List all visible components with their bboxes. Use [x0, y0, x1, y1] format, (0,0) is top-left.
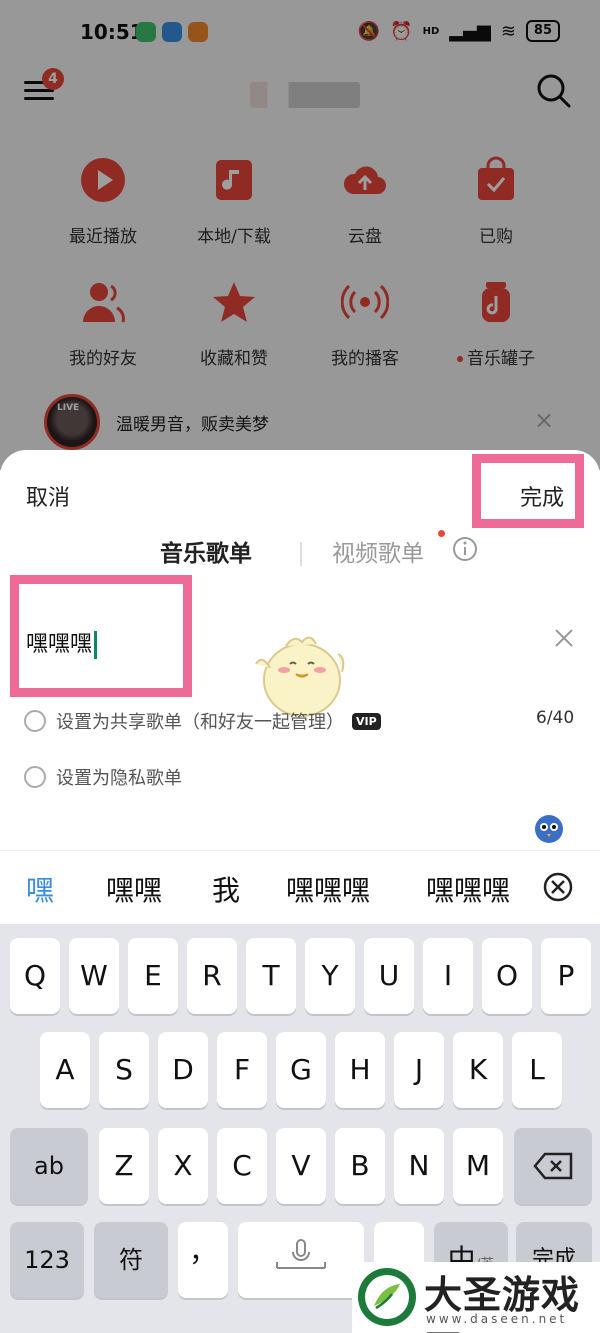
key-k[interactable]: K [453, 1032, 503, 1108]
microphone-icon [276, 1239, 326, 1269]
close-candidates-icon[interactable] [542, 871, 574, 903]
candidate-item[interactable]: 嘿 [26, 869, 54, 909]
radio-private[interactable] [24, 766, 46, 788]
tab-music-playlist[interactable]: 音乐歌单 [160, 534, 252, 568]
shared-playlist-option[interactable]: 设置为共享歌单（和好友一起管理） VIP [24, 708, 381, 734]
new-dot [438, 530, 445, 537]
tab-divider [300, 542, 302, 566]
key-q[interactable]: Q [10, 938, 60, 1014]
key-o[interactable]: O [482, 938, 532, 1014]
highlight-box-done [472, 454, 584, 528]
key-z[interactable]: Z [99, 1128, 149, 1204]
private-playlist-option[interactable]: 设置为隐私歌单 [24, 764, 182, 790]
option-label: 设置为共享歌单（和好友一起管理） [56, 712, 344, 733]
keyboard-assistant-icon[interactable] [534, 814, 564, 844]
watermark-url: www.daseen.net [426, 1312, 568, 1326]
key-c[interactable]: C [217, 1128, 267, 1204]
key-g[interactable]: G [276, 1032, 326, 1108]
key-p[interactable]: P [541, 938, 591, 1014]
cancel-button[interactable]: 取消 [26, 480, 70, 512]
key-symbols[interactable]: 符 [94, 1222, 168, 1298]
clear-input-icon[interactable] [552, 626, 576, 650]
key-u[interactable]: U [364, 938, 414, 1014]
key-shift-ab[interactable]: ab [10, 1128, 88, 1204]
radio-shared[interactable] [24, 710, 46, 732]
key-b[interactable]: B [335, 1128, 385, 1204]
key-f[interactable]: F [217, 1032, 267, 1108]
dim-overlay[interactable] [0, 0, 600, 470]
key-h[interactable]: H [335, 1032, 385, 1108]
candidate-item[interactable]: 嘿嘿 [106, 869, 162, 909]
key-n[interactable]: N [394, 1128, 444, 1204]
key-numbers[interactable]: 123 [10, 1222, 84, 1298]
backspace-icon [533, 1152, 573, 1180]
highlight-box-input [10, 575, 192, 697]
chick-mascot-icon [255, 636, 345, 717]
key-space[interactable] [238, 1222, 364, 1298]
create-playlist-sheet: 取消 完成 音乐歌单 视频歌单 嘿嘿嘿 设置为共享歌单（和好友一起管理） VIP [0, 450, 600, 850]
site-watermark: 大圣游戏网 www.daseen.net [352, 1262, 600, 1333]
key-m[interactable]: M [453, 1128, 503, 1204]
option-label: 设置为隐私歌单 [56, 768, 182, 789]
key-v[interactable]: V [276, 1128, 326, 1204]
key-a[interactable]: A [40, 1032, 90, 1108]
key-i[interactable]: I [423, 938, 473, 1014]
key-x[interactable]: X [158, 1128, 208, 1204]
key-s[interactable]: S [99, 1032, 149, 1108]
char-counter: 6/40 [536, 708, 575, 728]
key-t[interactable]: T [246, 938, 296, 1014]
key-r[interactable]: R [187, 938, 237, 1014]
candidate-item[interactable]: 我 [212, 869, 240, 909]
info-icon[interactable] [452, 536, 478, 562]
candidate-item[interactable]: 嘿嘿嘿 [426, 869, 518, 909]
vip-badge: VIP [352, 712, 381, 730]
playlist-type-tabs: 音乐歌单 视频歌单 [0, 530, 600, 574]
key-d[interactable]: D [158, 1032, 208, 1108]
site-logo-icon [358, 1268, 416, 1326]
candidate-item[interactable]: 嘿嘿嘿 [286, 869, 370, 909]
key-e[interactable]: E [128, 938, 178, 1014]
tab-video-playlist[interactable]: 视频歌单 [332, 534, 424, 568]
key-j[interactable]: J [394, 1032, 444, 1108]
key-backspace[interactable] [514, 1128, 592, 1204]
key-l[interactable]: L [512, 1032, 562, 1108]
key-w[interactable]: W [69, 938, 119, 1014]
key-y[interactable]: Y [305, 938, 355, 1014]
key-comma[interactable]: ， [178, 1222, 228, 1298]
ime-candidate-bar: 嘿 嘿嘿 我 嘿嘿嘿 嘿嘿嘿 [0, 850, 600, 924]
